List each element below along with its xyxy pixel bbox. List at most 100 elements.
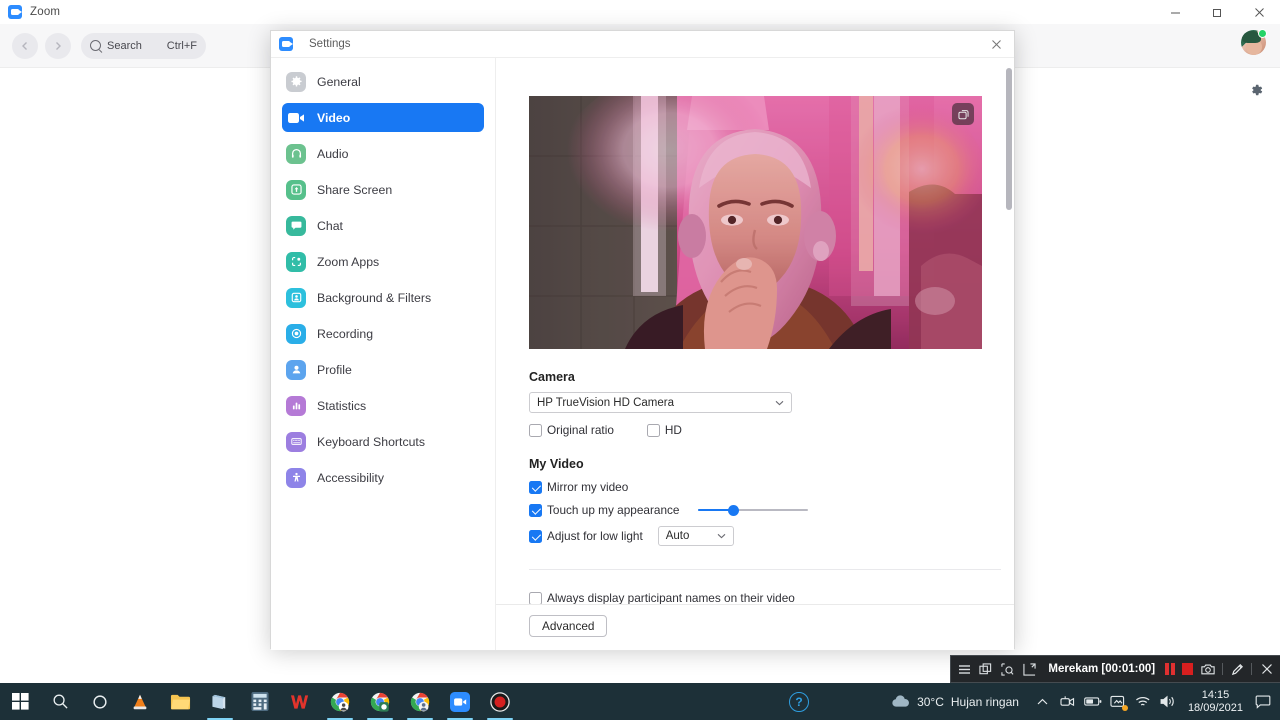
sidebar-item-label: Profile [317, 362, 352, 377]
camera-checkbox-row: Original ratio HD [529, 423, 999, 437]
chevron-down-icon [775, 400, 784, 406]
zoom-main-window: Zoom Search Ctrl+F Settings General Vide… [0, 0, 1280, 683]
notification-icon[interactable] [1252, 683, 1274, 720]
sidebar-item-label: Accessibility [317, 470, 384, 485]
window-select-icon[interactable] [979, 662, 994, 677]
touch-up-checkbox[interactable] [529, 503, 542, 517]
sidebar-item-statistics[interactable]: Statistics [282, 391, 484, 420]
chevron-up-icon[interactable] [1032, 683, 1054, 720]
speaker-icon[interactable] [1157, 683, 1179, 720]
recording-status-text: Merekam [00:01:00] [1048, 663, 1156, 675]
touch-up-slider[interactable] [698, 504, 809, 517]
background-icon [286, 287, 306, 308]
chrome-profile-2-icon[interactable] [360, 683, 400, 720]
close-button[interactable] [1238, 0, 1280, 24]
participant-names-label: Always display participant names on thei… [547, 591, 795, 605]
original-ratio-checkbox[interactable] [529, 423, 542, 437]
settings-title: Settings [309, 38, 351, 50]
sidebar-item-background-filters[interactable]: Background & Filters [282, 283, 484, 312]
participant-names-checkbox[interactable] [529, 591, 542, 605]
wps-office-icon[interactable] [280, 683, 320, 720]
close-icon[interactable] [1259, 662, 1274, 677]
search-input[interactable]: Search Ctrl+F [81, 32, 206, 59]
cloud-icon [891, 695, 910, 708]
weather-description: Hujan ringan [950, 694, 1019, 709]
help-circle-icon[interactable]: ? [783, 683, 815, 720]
camera-privacy-icon[interactable] [1057, 683, 1079, 720]
zoom-icon[interactable] [440, 683, 480, 720]
stop-icon[interactable] [1181, 663, 1194, 675]
search-icon[interactable] [40, 683, 80, 720]
sidebar-item-label: Keyboard Shortcuts [317, 434, 426, 449]
sidebar-item-label: Statistics [317, 398, 367, 413]
zoom-titlebar: Zoom [0, 0, 1280, 24]
touch-up-label: Touch up my appearance [547, 503, 680, 517]
camera-preview [529, 96, 982, 349]
sidebar-item-label: Audio [317, 146, 349, 161]
sidebar-item-label: Recording [317, 326, 374, 341]
gear-icon[interactable] [1248, 82, 1264, 98]
sidebar-item-profile[interactable]: Profile [282, 355, 484, 384]
avatar[interactable] [1241, 29, 1267, 55]
recorder-toolbar: Merekam [00:01:00] [950, 655, 1280, 683]
settings-titlebar: Settings [271, 31, 1014, 58]
sidebar-item-audio[interactable]: Audio [282, 139, 484, 168]
display-icon[interactable] [1107, 683, 1129, 720]
region-select-icon[interactable] [1000, 662, 1015, 677]
camera-device-select[interactable]: HP TrueVision HD Camera [529, 392, 792, 413]
screenshot-camera-icon[interactable] [1200, 662, 1215, 677]
settings-sidebar: General Video Audio Share Screen Chat Zo… [271, 58, 496, 650]
sidebar-item-accessibility[interactable]: Accessibility [282, 463, 484, 492]
headset-icon [286, 143, 306, 164]
fullscreen-select-icon[interactable] [1022, 662, 1037, 677]
battery-icon[interactable] [1082, 683, 1104, 720]
hamburger-menu-icon[interactable] [957, 662, 972, 677]
camera-section: Camera HP TrueVision HD Camera Original … [529, 370, 999, 437]
mirror-my-video-checkbox[interactable] [529, 480, 542, 494]
snapshot-icon[interactable] [952, 103, 974, 125]
sidebar-item-keyboard-shortcuts[interactable]: Keyboard Shortcuts [282, 427, 484, 456]
pen-icon[interactable] [1230, 662, 1245, 677]
back-button[interactable] [12, 32, 38, 59]
hd-label: HD [664, 423, 682, 437]
bar-chart-icon [286, 395, 306, 416]
forward-button[interactable] [45, 32, 71, 59]
minimize-button[interactable] [1154, 0, 1196, 24]
low-light-mode-select[interactable]: Auto [657, 526, 734, 546]
clock-date: 18/09/2021 [1187, 701, 1243, 714]
screen-root: Zoom Search Ctrl+F Settings General Vide… [0, 0, 1280, 720]
wifi-icon[interactable] [1132, 683, 1154, 720]
my-video-section: My Video Mirror my video Touch up my app… [529, 457, 999, 546]
scrollbar-thumb[interactable] [1006, 68, 1012, 210]
calculator-icon[interactable] [240, 683, 280, 720]
sidebar-item-general[interactable]: General [282, 67, 484, 96]
file-explorer-icon[interactable] [160, 683, 200, 720]
cortana-icon[interactable] [80, 683, 120, 720]
zoom-logo-icon [279, 37, 293, 51]
weather-widget[interactable]: 30°C Hujan ringan [891, 695, 1019, 709]
sidebar-item-chat[interactable]: Chat [282, 211, 484, 240]
section-divider [529, 569, 1001, 570]
taskbar-clock[interactable]: 14:15 18/09/2021 [1188, 689, 1243, 715]
windows-start-icon[interactable] [0, 683, 40, 720]
sidebar-item-label: Video [317, 110, 351, 125]
chrome-profile-1-icon[interactable] [320, 683, 360, 720]
settings-dialog: Settings General Video Audio Share Scree… [270, 30, 1015, 650]
status-badge [1258, 29, 1267, 38]
chrome-profile-3-icon[interactable] [400, 683, 440, 720]
sidebar-item-label: Zoom Apps [317, 254, 380, 269]
vlc-icon[interactable] [120, 683, 160, 720]
store-icon[interactable] [200, 683, 240, 720]
mirror-my-video-label: Mirror my video [547, 480, 629, 494]
maximize-button[interactable] [1196, 0, 1238, 24]
pause-icon[interactable] [1165, 663, 1175, 675]
advanced-button[interactable]: Advanced [529, 615, 608, 637]
hd-checkbox[interactable] [646, 423, 660, 437]
sidebar-item-video[interactable]: Video [282, 103, 484, 132]
sidebar-item-share-screen[interactable]: Share Screen [282, 175, 484, 204]
sidebar-item-zoom-apps[interactable]: Zoom Apps [282, 247, 484, 276]
low-light-checkbox[interactable] [529, 529, 542, 543]
sidebar-item-recording[interactable]: Recording [282, 319, 484, 348]
recorder-icon[interactable] [480, 683, 520, 720]
settings-close-button[interactable] [978, 31, 1014, 58]
